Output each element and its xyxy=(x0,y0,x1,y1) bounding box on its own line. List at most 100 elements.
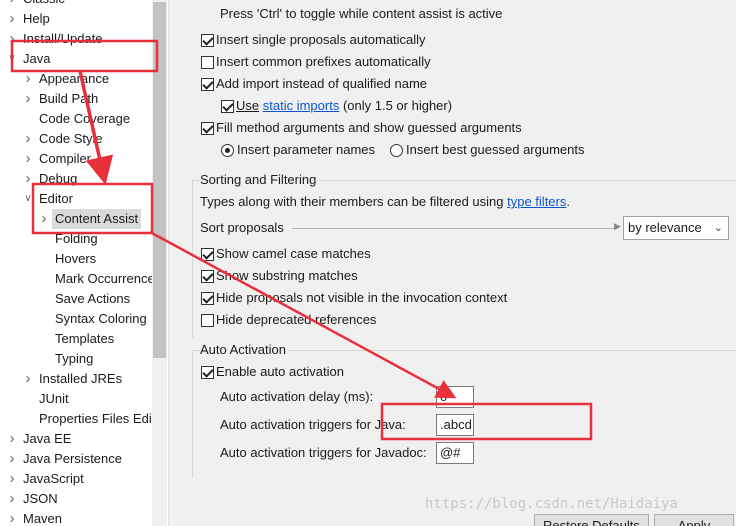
tree-item-label[interactable]: Debug xyxy=(39,169,77,189)
tree-item-label[interactable]: Mark Occurrences xyxy=(55,269,161,289)
tree-item[interactable]: Properties Files Editor xyxy=(0,409,167,429)
tree-item[interactable]: JUnit xyxy=(0,389,152,409)
tree-item[interactable]: › Code Style xyxy=(0,129,152,149)
chevron-right-icon[interactable]: › xyxy=(7,0,17,9)
tree-item[interactable]: Save Actions xyxy=(0,289,152,309)
tree-item-label[interactable]: Templates xyxy=(55,329,114,349)
tree-item-label[interactable]: JSON xyxy=(23,489,58,509)
apply-button[interactable]: Apply xyxy=(654,514,734,526)
tree-item[interactable]: › Java EE xyxy=(0,429,152,449)
tree-item[interactable]: › Content Assist xyxy=(0,209,152,229)
tree-item-label[interactable]: Java xyxy=(23,49,50,69)
restore-defaults-button[interactable]: Restore Defaults xyxy=(534,514,649,526)
chevron-right-icon[interactable]: › xyxy=(23,89,33,109)
tree-scrollbar-thumb[interactable] xyxy=(153,2,166,358)
static-imports-checkbox[interactable] xyxy=(221,100,234,113)
add-import-checkbox[interactable] xyxy=(201,78,214,91)
param-names-radio[interactable] xyxy=(221,144,234,157)
tree-item[interactable]: › Classic xyxy=(0,0,152,9)
add-import-label[interactable]: Add import instead of qualified name xyxy=(216,75,427,93)
tree-item[interactable]: › JavaScript xyxy=(0,469,152,489)
chevron-right-icon[interactable]: › xyxy=(7,489,17,509)
tree-item-label[interactable]: Classic xyxy=(23,0,65,9)
tree-item-label[interactable]: Code Coverage xyxy=(39,109,130,129)
tree-item-label[interactable]: Build Path xyxy=(39,89,98,109)
tree-item-label[interactable]: Hovers xyxy=(55,249,96,269)
chevron-down-icon[interactable]: ∨ xyxy=(23,189,33,209)
tree-item-label[interactable]: JUnit xyxy=(39,389,69,409)
tree-item-label[interactable]: Installed JREs xyxy=(39,369,122,389)
common-prefixes-label[interactable]: Insert common prefixes automatically xyxy=(216,53,431,71)
tree-item[interactable]: › Help xyxy=(0,9,152,29)
static-imports-prefix[interactable]: Use xyxy=(236,98,259,113)
chevron-right-icon[interactable]: › xyxy=(39,209,49,229)
enable-auto-activation-checkbox[interactable] xyxy=(201,366,214,379)
tree-item-label[interactable]: Typing xyxy=(55,349,93,369)
camel-case-checkbox[interactable] xyxy=(201,248,214,261)
tree-item[interactable]: Templates xyxy=(0,329,152,349)
chevron-right-icon[interactable]: › xyxy=(7,429,17,449)
tree-item[interactable]: Typing xyxy=(0,349,152,369)
substring-checkbox[interactable] xyxy=(201,270,214,283)
tree-item-label[interactable]: Save Actions xyxy=(55,289,130,309)
tree-item[interactable]: › Compiler xyxy=(0,149,152,169)
tree-item-label[interactable]: JavaScript xyxy=(23,469,84,489)
hide-not-visible-label[interactable]: Hide proposals not visible in the invoca… xyxy=(216,289,507,307)
best-guessed-radio[interactable] xyxy=(390,144,403,157)
tree-item[interactable]: Code Coverage xyxy=(0,109,152,129)
javadoc-triggers-input[interactable]: @# xyxy=(436,442,474,464)
java-triggers-input[interactable]: .abcd xyxy=(436,414,474,436)
fill-method-args-checkbox[interactable] xyxy=(201,122,214,135)
hide-deprecated-label[interactable]: Hide deprecated references xyxy=(216,311,376,329)
tree-item[interactable]: › Build Path xyxy=(0,89,152,109)
tree-item[interactable]: › Maven xyxy=(0,509,152,526)
chevron-right-icon[interactable]: › xyxy=(23,149,33,169)
type-filters-link[interactable]: type filters xyxy=(507,194,566,209)
tree-item-label[interactable]: Compiler xyxy=(39,149,91,169)
chevron-right-icon[interactable]: › xyxy=(7,9,17,29)
delay-input[interactable]: 0 xyxy=(436,386,474,408)
sort-proposals-dropdown[interactable]: by relevance ⌄ xyxy=(623,216,729,240)
tree-item[interactable]: › Appearance xyxy=(0,69,152,89)
sash-divider[interactable] xyxy=(168,0,178,526)
tree-item-label[interactable]: Syntax Coloring xyxy=(55,309,147,329)
tree-item[interactable]: Hovers xyxy=(0,249,152,269)
chevron-right-icon[interactable]: › xyxy=(23,169,33,189)
tree-item[interactable]: › Java Persistence xyxy=(0,449,152,469)
param-names-label[interactable]: Insert parameter names xyxy=(237,141,375,159)
chevron-right-icon[interactable]: › xyxy=(23,69,33,89)
tree-item-label[interactable]: Maven xyxy=(23,509,62,526)
tree-item[interactable]: › Installed JREs xyxy=(0,369,152,389)
fill-method-args-label[interactable]: Fill method arguments and show guessed a… xyxy=(216,119,522,137)
tree-item[interactable]: ∨ Java xyxy=(0,49,152,69)
preferences-tree[interactable]: ›Classic›Help›Install/Update∨Java›Appear… xyxy=(0,0,168,526)
tree-item-label[interactable]: Java EE xyxy=(23,429,71,449)
hide-not-visible-checkbox[interactable] xyxy=(201,292,214,305)
chevron-down-icon[interactable]: ∨ xyxy=(7,49,17,69)
tree-item-label[interactable]: Appearance xyxy=(39,69,109,89)
tree-item[interactable]: Mark Occurrences xyxy=(0,269,161,289)
enable-auto-activation-label[interactable]: Enable auto activation xyxy=(216,363,344,381)
best-guessed-label[interactable]: Insert best guessed arguments xyxy=(406,141,585,159)
static-imports-link[interactable]: static imports xyxy=(263,98,340,113)
tree-item-label[interactable]: Help xyxy=(23,9,50,29)
tree-item-label[interactable]: Content Assist xyxy=(52,209,142,229)
single-proposals-checkbox[interactable] xyxy=(201,34,214,47)
tree-item[interactable]: Syntax Coloring xyxy=(0,309,152,329)
tree-item-label[interactable]: Editor xyxy=(39,189,73,209)
substring-label[interactable]: Show substring matches xyxy=(216,267,358,285)
tree-item-label[interactable]: Java Persistence xyxy=(23,449,122,469)
tree-scrollbar[interactable] xyxy=(152,0,167,526)
tree-item-label[interactable]: Properties Files Editor xyxy=(39,409,167,429)
tree-item[interactable]: › Debug xyxy=(0,169,152,189)
tree-item[interactable]: ∨ Editor xyxy=(0,189,152,209)
chevron-right-icon[interactable]: › xyxy=(7,449,17,469)
chevron-right-icon[interactable]: › xyxy=(7,469,17,489)
tree-item[interactable]: › JSON xyxy=(0,489,152,509)
chevron-right-icon[interactable]: › xyxy=(7,29,17,49)
tree-item-label[interactable]: Install/Update xyxy=(23,29,103,49)
tree-item-label[interactable]: Folding xyxy=(55,229,98,249)
single-proposals-label[interactable]: Insert single proposals automatically xyxy=(216,31,426,49)
tree-item-label[interactable]: Code Style xyxy=(39,129,103,149)
hide-deprecated-checkbox[interactable] xyxy=(201,314,214,327)
